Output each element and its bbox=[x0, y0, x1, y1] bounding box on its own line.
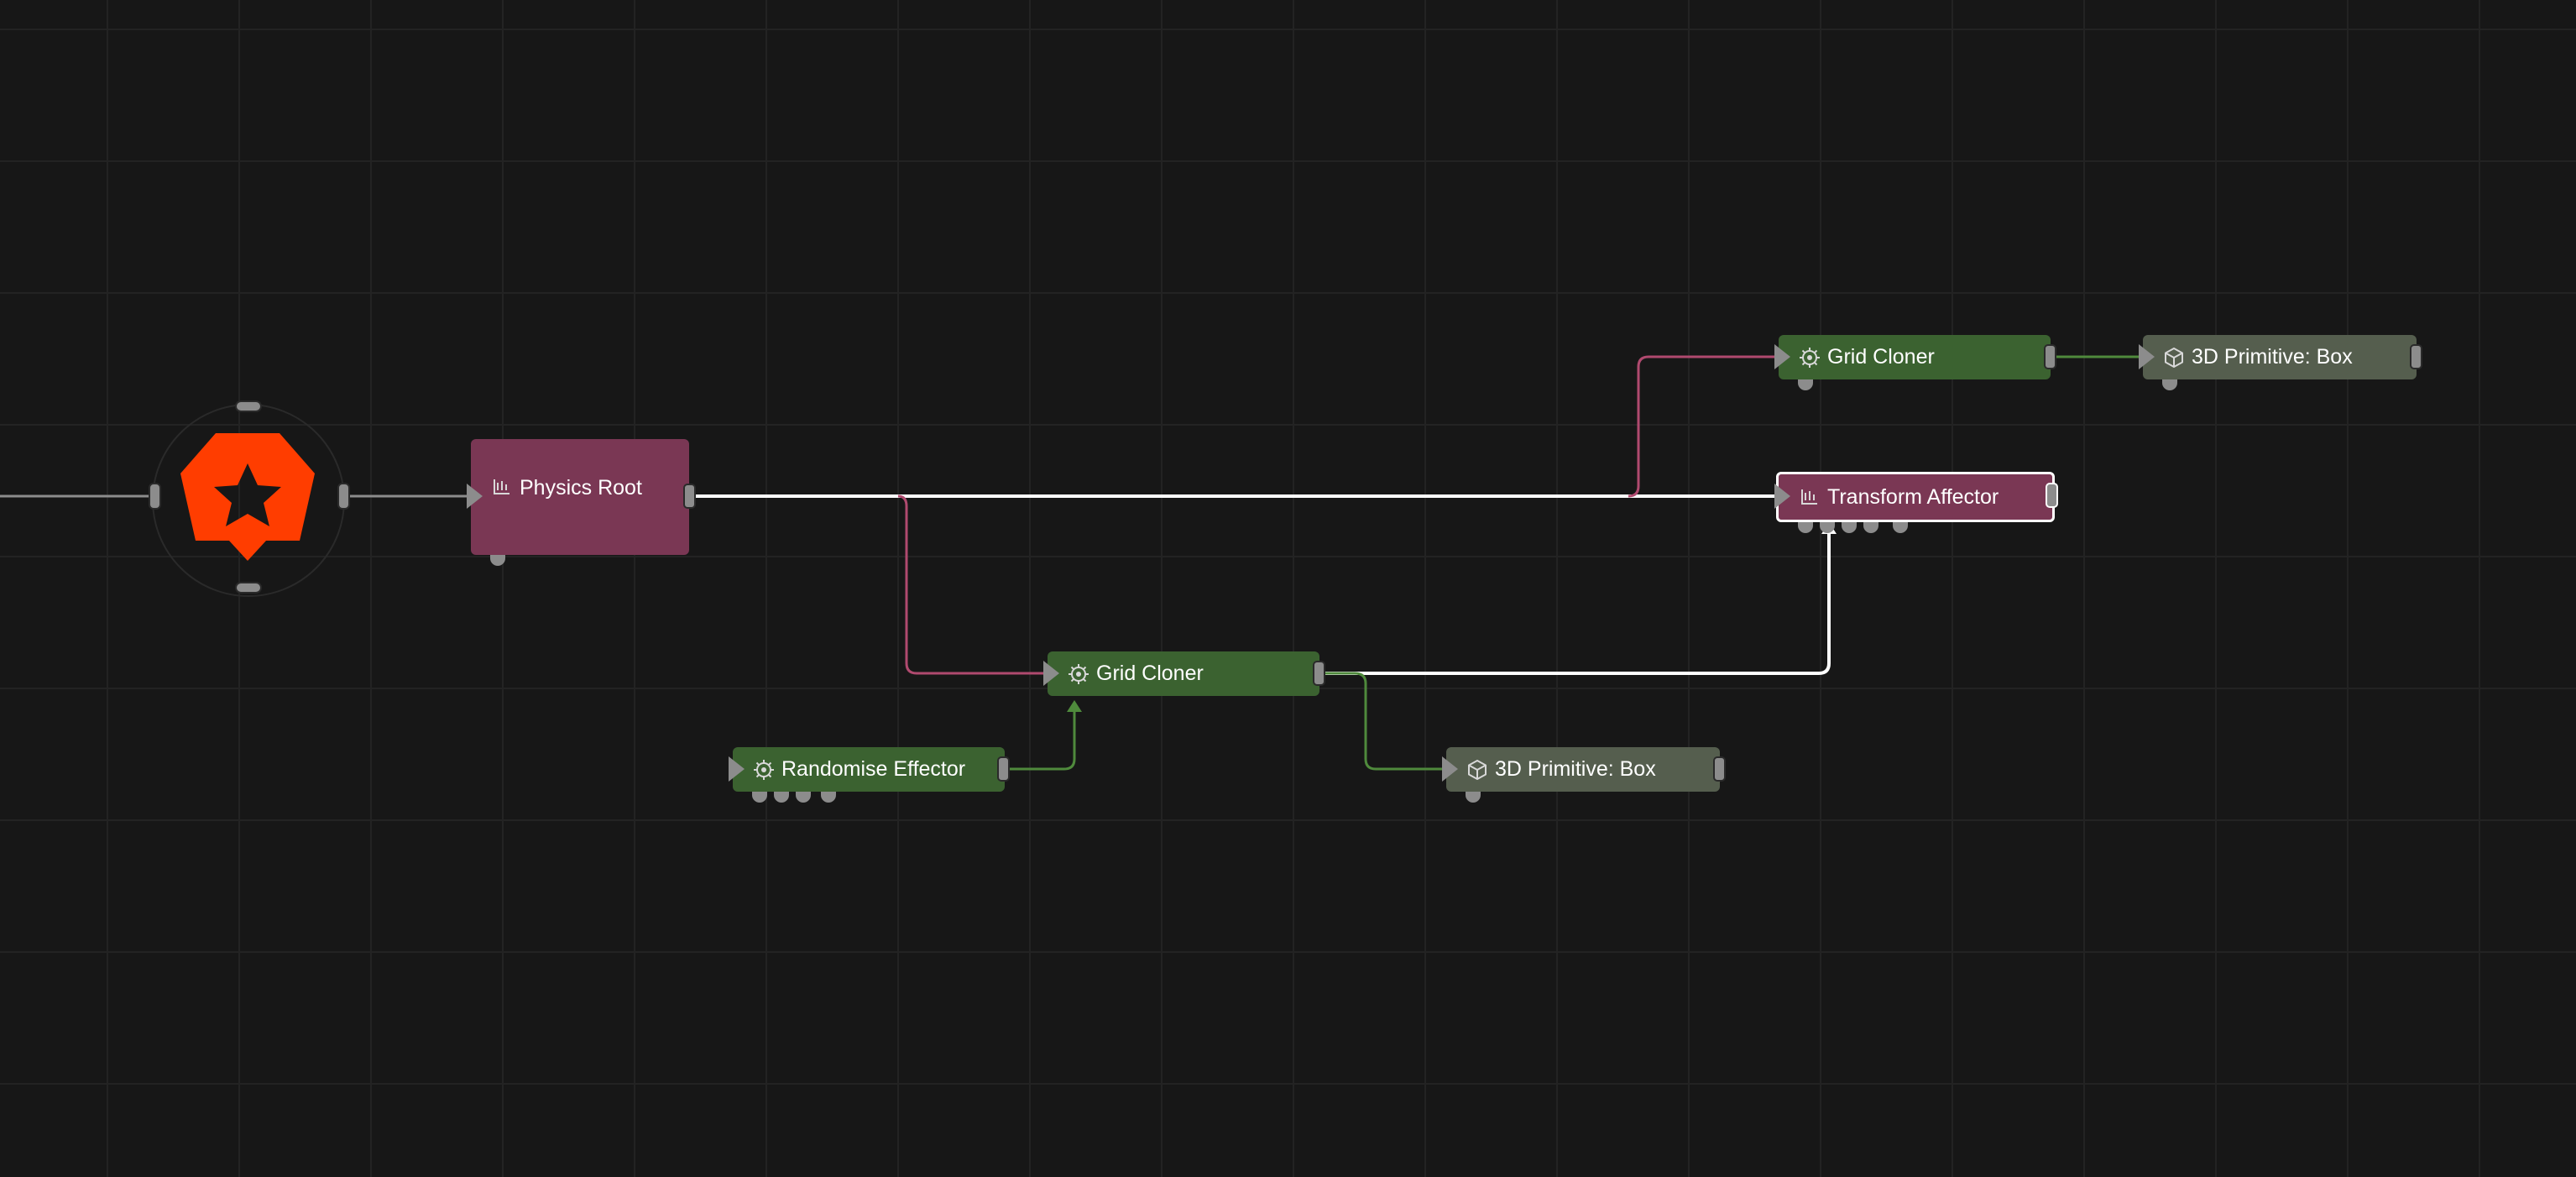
cloner-gear-icon bbox=[1068, 663, 1089, 685]
node-box-bottom[interactable]: 3D Primitive: Box bbox=[1446, 747, 1720, 792]
grid-cloner-mid-output-port[interactable] bbox=[1313, 661, 1325, 686]
node-label: Physics Root bbox=[520, 476, 642, 500]
physics-root-output-port[interactable] bbox=[683, 484, 696, 509]
randomise-effector-output-port[interactable] bbox=[997, 756, 1010, 782]
node-box-top[interactable]: 3D Primitive: Box bbox=[2143, 335, 2417, 379]
root-output-port[interactable] bbox=[337, 483, 350, 510]
cloner-gear-icon bbox=[753, 759, 775, 781]
logo-star-gear-icon bbox=[180, 433, 315, 561]
root-input-port[interactable] bbox=[149, 483, 161, 510]
root-top-handle[interactable] bbox=[235, 400, 262, 412]
box-bottom-input-port[interactable] bbox=[1442, 756, 1458, 782]
wire-physics-root-to-grid-cloner-mid[interactable] bbox=[897, 494, 1047, 675]
node-label: Grid Cloner bbox=[1096, 662, 1204, 685]
transform-affector-input-port[interactable] bbox=[1774, 484, 1790, 509]
box-top-input-port[interactable] bbox=[2139, 344, 2155, 369]
node-label: 3D Primitive: Box bbox=[1495, 757, 1656, 781]
node-label: Transform Affector bbox=[1827, 484, 1999, 509]
box-bottom-output-port[interactable] bbox=[1713, 756, 1726, 782]
node-grid-cloner-top[interactable]: Grid Cloner bbox=[1779, 335, 2051, 379]
node-physics-root[interactable]: Physics Root bbox=[471, 439, 689, 555]
wire-grid-cloner-mid-to-box-bottom[interactable] bbox=[1320, 672, 1445, 771]
randomise-effector-input-port[interactable] bbox=[729, 756, 745, 782]
wire-grid-cloner-mid-to-transform-affector[interactable] bbox=[1320, 531, 1831, 675]
node-grid-cloner-mid[interactable]: Grid Cloner bbox=[1048, 651, 1319, 696]
cube-icon bbox=[1466, 759, 1488, 781]
physics-icon bbox=[1799, 486, 1821, 508]
wire-physics-root-to-grid-cloner-top[interactable] bbox=[1628, 355, 1778, 498]
node-transform-affector[interactable]: Transform Affector bbox=[1776, 472, 2055, 522]
cloner-gear-icon bbox=[1799, 347, 1821, 369]
grid-cloner-mid-input-port[interactable] bbox=[1043, 661, 1059, 686]
wire-randomise-effector-to-grid-cloner-mid[interactable] bbox=[1005, 710, 1076, 771]
node-label: 3D Primitive: Box bbox=[2192, 345, 2353, 369]
transform-affector-output-port[interactable] bbox=[2046, 483, 2058, 508]
physics-root-input-port[interactable] bbox=[467, 484, 483, 509]
physics-icon bbox=[491, 476, 513, 498]
node-graph-canvas[interactable]: Physics Root Grid Cloner 3D Primitive: B… bbox=[0, 0, 2576, 1177]
node-label: Randomise Effector bbox=[781, 757, 966, 781]
grid-cloner-top-input-port[interactable] bbox=[1774, 344, 1790, 369]
connection-wires bbox=[0, 355, 2141, 771]
grid-cloner-top-output-port[interactable] bbox=[2044, 344, 2056, 369]
arrow-into-grid-cloner-mid bbox=[1067, 700, 1082, 712]
node-label: Grid Cloner bbox=[1827, 345, 1935, 369]
node-randomise-effector[interactable]: Randomise Effector bbox=[733, 747, 1005, 792]
cube-icon bbox=[2163, 347, 2185, 369]
root-bottom-handle[interactable] bbox=[235, 582, 262, 594]
box-top-output-port[interactable] bbox=[2410, 344, 2422, 369]
